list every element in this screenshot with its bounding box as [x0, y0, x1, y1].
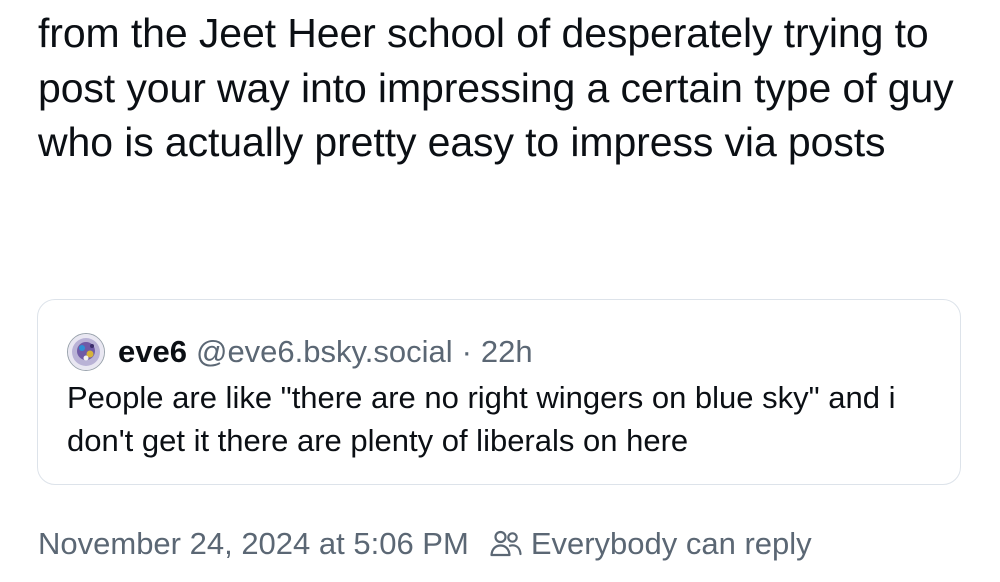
post-text: from the Jeet Heer school of desperately…	[38, 10, 954, 165]
people-icon	[489, 527, 523, 561]
avatar[interactable]	[67, 333, 105, 371]
quoted-post-age[interactable]: 22h	[481, 334, 533, 370]
quoted-author-name[interactable]: eve6	[118, 334, 187, 370]
post-footer: November 24, 2024 at 5:06 PM Everybody c…	[38, 522, 812, 566]
post-timestamp: November 24, 2024 at 5:06 PM	[38, 526, 469, 561]
avatar-image-icon	[68, 334, 104, 370]
quoted-post[interactable]: eve6 @eve6.bsky.social · 22h People are …	[37, 299, 961, 485]
quoted-post-text: People are like "there are no right wing…	[67, 380, 896, 458]
separator-dot: ·	[461, 334, 472, 369]
reply-setting[interactable]: Everybody can reply	[531, 526, 812, 562]
quoted-author-handle[interactable]: @eve6.bsky.social	[196, 334, 453, 370]
quoted-post-header: eve6 @eve6.bsky.social · 22h	[67, 330, 533, 374]
